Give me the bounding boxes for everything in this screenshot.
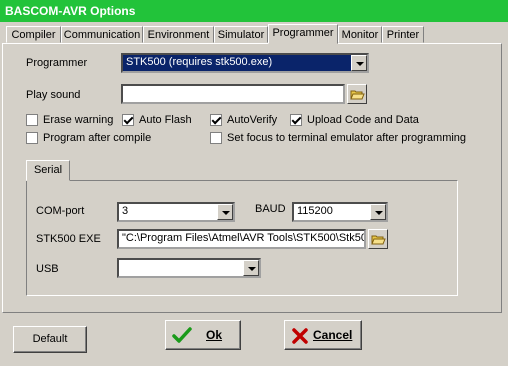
stk500-exe-input[interactable]: "C:\Program Files\Atmel\AVR Tools\STK500… bbox=[117, 229, 366, 249]
tab-serial[interactable]: Serial bbox=[26, 160, 70, 181]
autoverify-checkbox[interactable] bbox=[210, 114, 222, 126]
tab-printer[interactable]: Printer bbox=[382, 26, 424, 43]
erase-warning-label: Erase warning bbox=[43, 114, 114, 126]
title-bar[interactable]: BASCOM-AVR Options bbox=[0, 0, 508, 22]
baud-select[interactable]: 115200 bbox=[292, 202, 388, 222]
cancel-button-label: Cancel bbox=[313, 328, 353, 342]
erase-warning-checkbox[interactable] bbox=[26, 114, 38, 126]
programmer-value: STK500 (requires stk500.exe) bbox=[126, 56, 273, 68]
play-sound-label: Play sound bbox=[26, 89, 81, 101]
tab-simulator[interactable]: Simulator bbox=[214, 26, 268, 43]
folder-open-icon bbox=[371, 235, 386, 245]
program-after-compile-checkbox[interactable] bbox=[26, 132, 38, 144]
tab-compiler[interactable]: Compiler bbox=[6, 26, 61, 43]
play-sound-browse-button[interactable] bbox=[347, 84, 367, 104]
upload-code-data-label: Upload Code and Data bbox=[307, 114, 419, 126]
tab-monitor[interactable]: Monitor bbox=[338, 26, 382, 43]
play-sound-input[interactable] bbox=[121, 84, 345, 104]
chevron-down-icon[interactable] bbox=[370, 204, 386, 220]
tab-environment[interactable]: Environment bbox=[143, 26, 214, 43]
auto-flash-checkbox[interactable] bbox=[122, 114, 134, 126]
ok-button-label: Ok bbox=[206, 328, 223, 342]
program-after-compile-label: Program after compile bbox=[43, 132, 152, 144]
com-port-select[interactable]: 3 bbox=[117, 202, 235, 222]
tab-programmer[interactable]: Programmer bbox=[268, 24, 338, 44]
default-button-label: Default bbox=[32, 333, 68, 345]
chevron-down-icon[interactable] bbox=[351, 55, 367, 71]
chevron-down-icon[interactable] bbox=[217, 204, 233, 220]
tab-communication[interactable]: Communication bbox=[61, 26, 143, 43]
chevron-down-icon[interactable] bbox=[243, 260, 259, 276]
auto-flash-label: Auto Flash bbox=[139, 114, 192, 126]
tab-strip: Compiler Communication Environment Simul… bbox=[0, 24, 508, 44]
default-button[interactable]: Default bbox=[13, 326, 87, 353]
cancel-button[interactable]: Cancel bbox=[284, 320, 362, 350]
checkmark-icon bbox=[172, 327, 192, 343]
com-port-value: 3 bbox=[122, 205, 129, 217]
usb-label: USB bbox=[36, 263, 59, 275]
set-focus-terminal-checkbox[interactable] bbox=[210, 132, 222, 144]
set-focus-terminal-label: Set focus to terminal emulator after pro… bbox=[227, 132, 467, 144]
baud-value: 115200 bbox=[297, 205, 333, 217]
upload-code-data-checkbox[interactable] bbox=[290, 114, 302, 126]
programmer-label: Programmer bbox=[26, 57, 88, 69]
folder-open-icon bbox=[350, 90, 365, 100]
baud-label: BAUD bbox=[255, 203, 286, 215]
window-title: BASCOM-AVR Options bbox=[5, 4, 136, 18]
com-port-label: COM-port bbox=[36, 205, 85, 217]
stk500-exe-label: STK500 EXE bbox=[36, 233, 101, 245]
autoverify-label: AutoVerify bbox=[227, 114, 278, 126]
programmer-select[interactable]: STK500 (requires stk500.exe) bbox=[121, 53, 369, 73]
stk500-exe-browse-button[interactable] bbox=[368, 229, 388, 249]
cross-icon bbox=[292, 328, 308, 344]
usb-select[interactable] bbox=[117, 258, 261, 278]
ok-button[interactable]: Ok bbox=[165, 320, 241, 350]
